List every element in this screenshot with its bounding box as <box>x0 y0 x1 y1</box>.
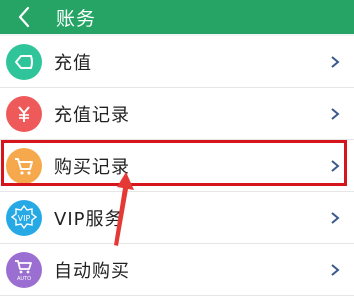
menu-item-recharge-history[interactable]: 充值记录 <box>0 88 354 140</box>
page-title: 账务 <box>56 7 97 30</box>
back-arrow-icon <box>18 6 30 28</box>
menu-item-auto-purchase[interactable]: AUTO 自动购买 <box>0 244 354 296</box>
menu-item-vip-service[interactable]: VIP VIP服务 <box>0 192 354 244</box>
chevron-right-icon <box>328 260 342 280</box>
back-button[interactable] <box>12 0 36 34</box>
menu-item-recharge[interactable]: 充值 <box>0 36 354 88</box>
chevron-right-icon <box>328 156 342 176</box>
menu-item-label: 充值 <box>54 52 92 74</box>
vip-badge-text: VIP <box>18 214 31 223</box>
auto-cart-icon: AUTO <box>6 251 42 288</box>
menu-item-label: VIP服务 <box>54 208 124 230</box>
chevron-right-icon <box>328 104 342 124</box>
menu-item-label: 充值记录 <box>54 104 130 126</box>
vip-badge-icon: VIP <box>6 199 42 236</box>
chevron-right-icon <box>328 208 342 228</box>
header-bar: 账务 <box>0 0 354 34</box>
yen-icon <box>6 95 42 132</box>
menu-item-purchase-history[interactable]: 购买记录 <box>0 140 354 192</box>
auto-badge-text: AUTO <box>17 276 31 282</box>
menu-item-label: 自动购买 <box>54 260 130 282</box>
pointer-arrow-icon <box>114 172 134 246</box>
chevron-right-icon <box>328 52 342 72</box>
menu-item-label: 购买记录 <box>54 156 130 178</box>
wallet-icon <box>6 43 42 80</box>
cart-icon <box>6 147 42 184</box>
